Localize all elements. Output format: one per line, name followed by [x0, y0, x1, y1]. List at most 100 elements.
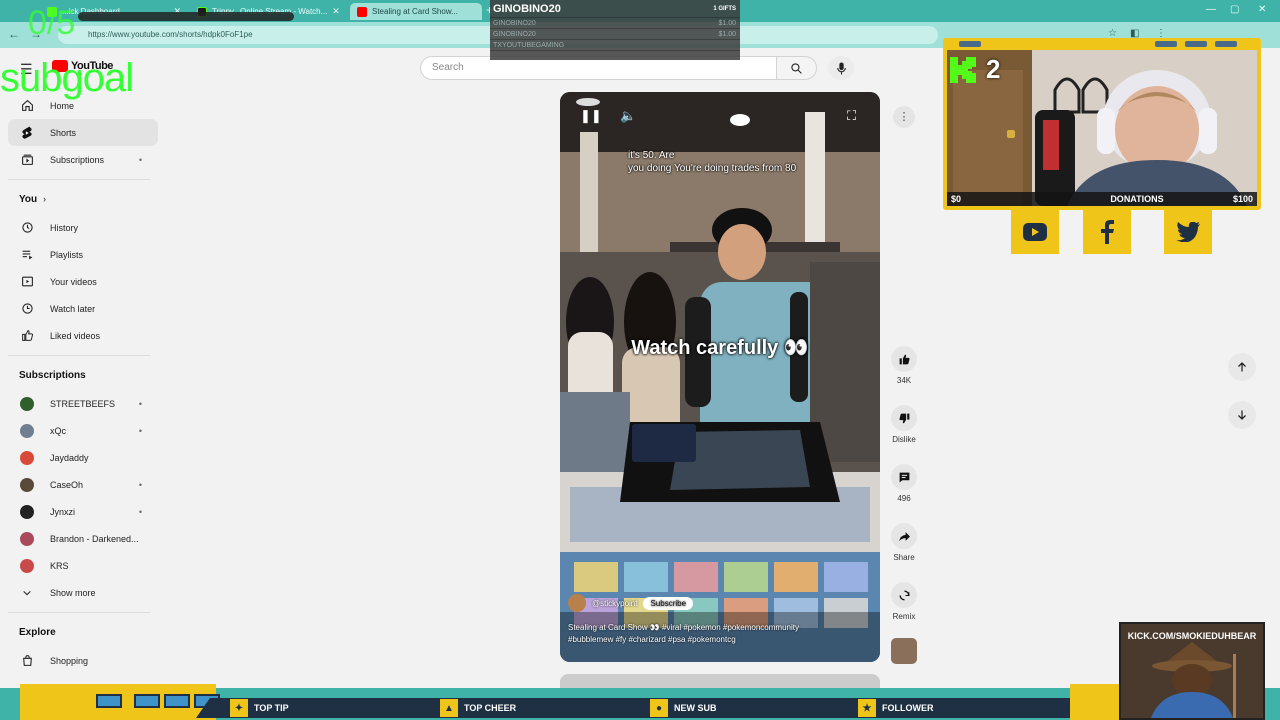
sidebar-item-label: Show more	[50, 587, 96, 598]
heading-label: Subscriptions	[19, 369, 86, 381]
alert-top-tip: ✦ TOP TIP	[230, 699, 289, 717]
sidebar-item-label: KRS	[50, 560, 69, 571]
comment-icon[interactable]	[891, 464, 917, 490]
new-content-dot: •	[138, 506, 142, 517]
sidebar-item-label: Shorts	[50, 127, 77, 138]
recent-events-list: GINOBINO20 1 GIFTS GINOBINO20 $1.00 GINO…	[490, 0, 740, 60]
more-options-icon[interactable]: ⋮	[893, 106, 915, 128]
sidebar-item-watch-later[interactable]: Watch later	[8, 295, 158, 322]
tab-mask-bar	[78, 12, 294, 21]
maximize-icon[interactable]: ▢	[1230, 4, 1239, 15]
search-icon	[791, 62, 802, 74]
minimize-icon[interactable]: —	[1206, 4, 1216, 15]
kick-logo-icon	[950, 56, 976, 83]
heading-label: Explore	[19, 626, 56, 638]
description-line: #bubblemew #fy #charizard #psa #pokemont…	[568, 635, 736, 644]
sidebar-heading-you[interactable]: You ›	[8, 184, 158, 214]
chevron-right-icon: ›	[43, 194, 47, 204]
sidebar-subscription-item[interactable]: CaseOh •	[8, 471, 158, 498]
subscribe-button[interactable]: Subscribe	[643, 596, 694, 610]
sidebar-item-your-videos[interactable]: Your videos	[8, 268, 158, 295]
sub-icon: ●	[650, 699, 668, 717]
sidebar-item-playlists[interactable]: Playlists	[8, 241, 158, 268]
subscriptions-list: STREETBEEFS • xQc • Jaydaddy CaseOh • Jynxzi • Br…	[8, 390, 158, 579]
sidebar-item-liked-videos[interactable]: Liked videos	[8, 322, 158, 349]
sidebar-item-subscriptions[interactable]: Subscriptions •	[8, 146, 158, 173]
event-user: TXYOUTUBEGAMING	[493, 42, 565, 49]
social-facebook	[1083, 210, 1131, 254]
pause-icon[interactable]: ❚❚	[580, 108, 602, 124]
sidebar-item-shorts[interactable]: Shorts	[8, 119, 158, 146]
next-short-button[interactable]	[1228, 401, 1256, 429]
shorts-video-player[interactable]: ❚❚ 🔈 ⛶ it's 50. Are you doing You're doi…	[560, 92, 880, 662]
frame-decoration	[1215, 41, 1237, 47]
like-action[interactable]: 34K	[888, 346, 920, 405]
search-button[interactable]	[777, 56, 817, 80]
comment-count: 496	[897, 494, 911, 503]
next-short-preview[interactable]	[560, 674, 880, 688]
sidebar-subscription-item[interactable]: Jaydaddy	[8, 444, 158, 471]
sidebar-subscription-item[interactable]: xQc •	[8, 417, 158, 444]
kick-channel-promo: KICK.COM/SMOKIEDUHBEAR	[1119, 622, 1265, 720]
short-description[interactable]: Stealing at Card Show 👀 #viral #pokemon …	[568, 622, 868, 646]
subgoal-count: 0/5	[28, 4, 76, 42]
video-caption-top: it's 50. Are you doing You're doing trad…	[628, 149, 796, 175]
sound-thumbnail[interactable]	[891, 638, 917, 664]
sidebar-item-shopping[interactable]: Shopping	[8, 647, 158, 674]
channel-avatar	[20, 396, 34, 411]
video-caption-main: Watch carefully 👀	[631, 337, 809, 359]
new-content-dot: •	[138, 398, 142, 409]
remix-icon[interactable]	[891, 582, 917, 608]
event-user: GINOBINO20	[493, 20, 536, 27]
like-icon[interactable]	[891, 346, 917, 372]
alert-new-sub: ● NEW SUB	[650, 699, 717, 717]
event-user: GINOBINO20	[493, 31, 536, 38]
share-icon[interactable]	[891, 523, 917, 549]
alert-label: FOLLOWER	[882, 703, 934, 713]
recent-event-row: GINOBINO20 $1.00	[490, 18, 740, 29]
window-close-icon[interactable]: ✕	[1258, 4, 1266, 15]
donation-label: DONATIONS	[1110, 194, 1164, 204]
back-icon[interactable]: ←	[8, 27, 20, 41]
twitter-icon	[1176, 222, 1200, 242]
chevron-down-icon	[20, 586, 34, 600]
dislike-action[interactable]: Dislike	[888, 405, 920, 464]
tip-icon: ✦	[230, 699, 248, 717]
sidebar-item-label: History	[50, 222, 79, 233]
voice-search-button[interactable]	[828, 56, 854, 80]
shopping-icon	[20, 654, 34, 668]
sidebar-subscription-item[interactable]: Jynxzi •	[8, 498, 158, 525]
previous-short-button[interactable]	[1228, 353, 1256, 381]
alert-label: TOP TIP	[254, 703, 289, 713]
dislike-icon[interactable]	[891, 405, 917, 431]
volume-icon[interactable]: 🔈	[620, 108, 636, 124]
share-action[interactable]: Share	[888, 523, 920, 582]
share-label: Share	[893, 553, 915, 562]
channel-name[interactable]: @stickypoint	[592, 599, 637, 608]
sidebar-item-history[interactable]: History	[8, 214, 158, 241]
close-icon[interactable]: ✕	[332, 6, 340, 17]
sidebar-subscription-item[interactable]: STREETBEEFS •	[8, 390, 158, 417]
sidebar-item-label: Jaydaddy	[50, 452, 89, 463]
sidebar-subscription-item[interactable]: KRS	[8, 552, 158, 579]
facebook-icon	[1101, 220, 1114, 244]
badge-decoration	[134, 694, 160, 708]
sidebar-subscription-item[interactable]: Brandon - Darkened...	[8, 525, 158, 552]
sidebar-item-show-more[interactable]: Show more	[8, 579, 158, 606]
your-videos-icon	[20, 275, 34, 289]
sidebar: Home Shorts Subscriptions • You › Histor…	[8, 92, 158, 674]
recent-event-top: GINOBINO20 1 GIFTS	[490, 0, 740, 18]
fullscreen-icon[interactable]: ⛶	[847, 108, 856, 124]
event-amount: 1 GIFTS	[713, 6, 736, 12]
alert-follower: ★ FOLLOWER	[858, 699, 934, 717]
remix-action[interactable]: Remix	[888, 582, 920, 641]
comment-action[interactable]: 496	[888, 464, 920, 523]
recent-event-row: TXYOUTUBEGAMING	[490, 40, 740, 51]
alert-bar-right-badge	[1070, 684, 1120, 720]
subscriptions-icon	[20, 153, 34, 167]
sidebar-divider	[8, 179, 150, 180]
browser-tab-youtube[interactable]: Stealing at Card Show...	[350, 3, 482, 20]
sidebar-item-label: Shopping	[50, 655, 89, 666]
channel-avatar[interactable]	[568, 594, 586, 612]
sidebar-item-label: CaseOh	[50, 479, 84, 490]
